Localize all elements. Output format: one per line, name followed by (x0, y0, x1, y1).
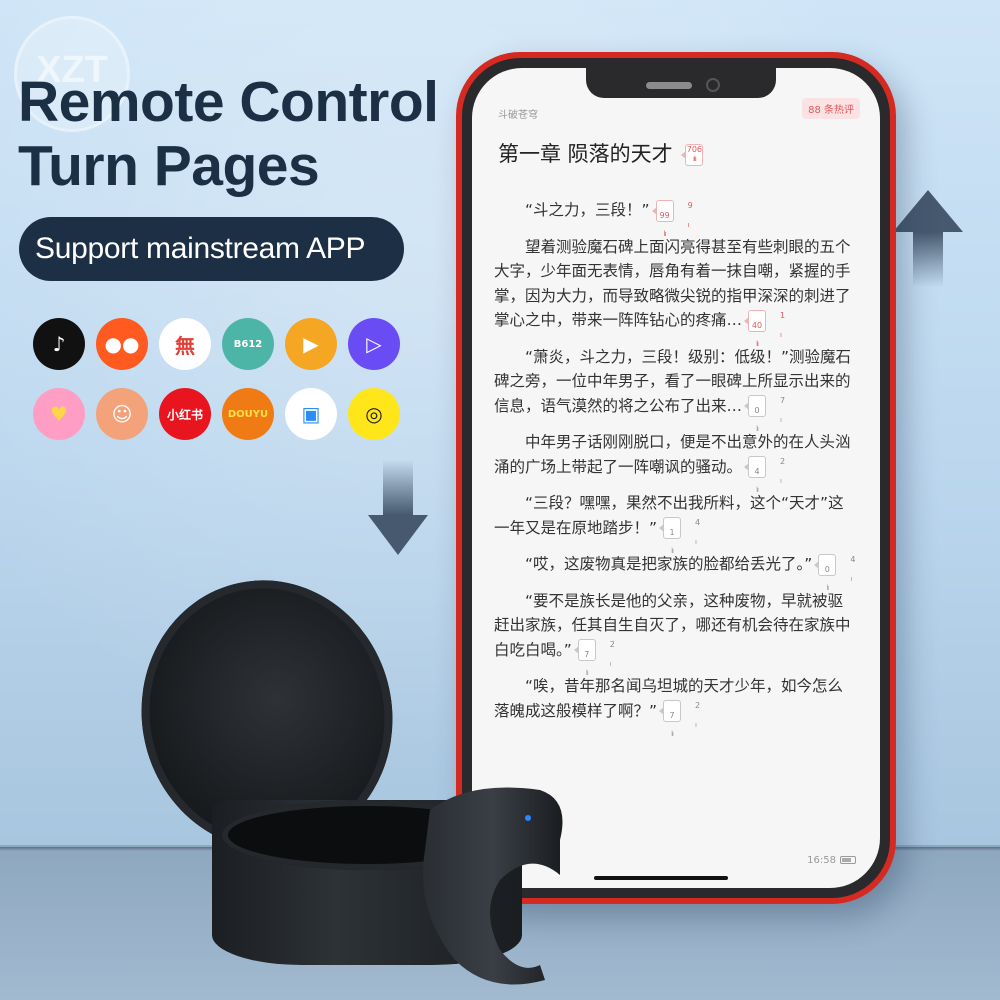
paragraph-text: “哎，这废物真是把家族的脸都给丢光了。” (525, 555, 813, 573)
status-led-icon (525, 815, 531, 821)
bars-icon: ılı (756, 477, 782, 494)
app-glyph: DOUYU (227, 408, 269, 420)
comment-count: 27 (669, 701, 701, 720)
app-icon: B612 (222, 318, 274, 370)
app-icon: 小红书 (159, 388, 211, 440)
comment-bubble[interactable]: 70 ılı (744, 395, 785, 433)
status-time: 16:58 (807, 855, 836, 866)
comment-count: 41 (669, 518, 701, 537)
app-icon: DOUYU (222, 388, 274, 440)
book-name: 斗破苍穹 (498, 110, 538, 121)
headline-line-2: Turn Pages (18, 134, 320, 198)
app-glyph: ☺ (111, 402, 133, 426)
comment-bubble[interactable]: 27 ılı (659, 700, 700, 738)
comment-count: 140 (751, 310, 786, 330)
app-glyph: B612 (233, 338, 263, 350)
comment-count: 706 (686, 145, 703, 154)
bars-icon: ılı (756, 416, 782, 433)
app-icon: ♪ (33, 318, 85, 370)
paragraph: “三段？嘿嘿，果然不出我所料，这个“天才”这一年又是在原地踏步！” 41 ılı (494, 491, 856, 555)
home-indicator[interactable] (594, 876, 728, 880)
app-icon: ●● (96, 318, 148, 370)
app-glyph: ▣ (301, 402, 321, 426)
comment-bubble[interactable]: 24 ılı (744, 456, 785, 494)
app-glyph: ♪ (52, 332, 66, 356)
chapter-title: 第一章 陨落的天才 706 ılı (498, 138, 704, 168)
app-glyph: ▷ (366, 332, 382, 356)
bars-icon: ılı (671, 538, 697, 555)
down-arrow-icon (368, 460, 428, 555)
app-row: ♪ ●● 無 B612 ▶ ▷ (33, 318, 413, 370)
app-icon: ☺ (96, 388, 148, 440)
app-glyph: 小红书 (166, 407, 203, 422)
paragraph-text: “斗之力，三段！” (525, 201, 650, 219)
app-icon: 無 (159, 318, 211, 370)
chapter-content: “斗之力，三段！” 999 ılı 望着测验魔石碑上面闪亮得甚至有些刺眼的五个大字，少… (494, 198, 856, 738)
comment-bubble[interactable]: 41 ılı (659, 517, 700, 555)
app-glyph: ●● (104, 332, 140, 356)
app-icon: ▷ (348, 318, 400, 370)
app-row: ♥ ☺ 小红书 DOUYU ▣ ◎ (33, 388, 413, 440)
paragraph: “要不是族长是他的父亲，这种废物，早就被驱赶出家族，任其自生自灭了，哪还有机会待… (494, 589, 856, 678)
comment-count: 40 (824, 554, 856, 574)
paragraph-text: “要不是族长是他的父亲，这种废物，早就被驱赶出家族，任其自生自灭了，哪还有机会待… (494, 591, 851, 659)
smartphone: 斗破苍穹 88 条热评 第一章 陨落的天才 706 ılı “斗之力，三段！” 99… (456, 52, 896, 904)
hot-comments-button[interactable]: 88 条热评 (802, 98, 860, 119)
comment-bubble[interactable]: 706 ılı (681, 144, 704, 166)
chapter-title-text: 第一章 陨落的天才 (498, 142, 673, 166)
comment-count: 24 (754, 457, 786, 476)
reader-screen[interactable]: 斗破苍穹 88 条热评 第一章 陨落的天才 706 ılı “斗之力，三段！” 99… (472, 68, 880, 888)
bars-icon: ılı (585, 660, 612, 677)
comment-count: 27 (584, 640, 615, 659)
phone-bezel: 斗破苍穹 88 条热评 第一章 陨落的天才 706 ılı “斗之力，三段！” 99… (462, 58, 890, 898)
camera-icon (706, 78, 720, 92)
paragraph-text: 中年男子话刚刚脱口，便是不出意外的在人头汹涌的广场上带起了一阵嘲讽的骚动。 (494, 433, 851, 476)
headline-line-1: Remote Control (18, 70, 439, 134)
support-app-badge: Support mainstream APP (19, 217, 404, 281)
app-glyph: ▶ (303, 332, 319, 356)
paragraph-text: 望着测验魔石碑上面闪亮得甚至有些刺眼的五个大字，少年面无表情，唇角有着一抹自嘲，… (494, 237, 851, 330)
ring-remote (423, 787, 563, 985)
comment-count: 999 (659, 200, 693, 220)
bars-icon: ılı (663, 220, 690, 238)
app-icon: ▣ (285, 388, 337, 440)
bars-icon: ılı (692, 155, 697, 163)
app-icon-grid: ♪ ●● 無 B612 ▶ ▷ ♥ ☺ 小红书 DOUYU ▣ ◎ (33, 318, 413, 458)
paragraph: “斗之力，三段！” 999 ılı (494, 198, 856, 238)
app-glyph: ◎ (365, 402, 383, 426)
app-icon: ◎ (348, 388, 400, 440)
headline: Remote Control Turn Pages (18, 70, 439, 198)
comment-bubble[interactable]: 27 ılı (573, 639, 615, 677)
paragraph: 中年男子话刚刚脱口，便是不出意外的在人头汹涌的广场上带起了一阵嘲讽的骚动。 24 ı… (494, 430, 856, 494)
app-icon: ♥ (33, 388, 85, 440)
comment-bubble[interactable]: 140 ılı (744, 309, 785, 348)
bars-icon: ılı (826, 574, 852, 592)
bars-icon: ılı (671, 721, 697, 738)
up-arrow-icon (893, 190, 963, 287)
comment-count: 70 (754, 396, 786, 415)
speaker-icon (646, 82, 692, 89)
battery-icon (840, 856, 856, 864)
paragraph: “萧炎，斗之力，三段！级别：低级！”测验魔石碑之旁，一位中年男子，看了一眼碑上所… (494, 345, 856, 434)
phone-notch (586, 68, 776, 98)
app-glyph: ♥ (50, 402, 68, 426)
bars-icon: ılı (756, 330, 782, 348)
paragraph-text: “萧炎，斗之力，三段！级别：低级！”测验魔石碑之旁，一位中年男子，看了一眼碑上所… (494, 347, 852, 415)
paragraph: “唉，昔年那名闻乌坦城的天才少年，如今怎么落魄成这般模样了啊？” 27 ılı (494, 674, 856, 738)
paragraph: 望着测验魔石碑上面闪亮得甚至有些刺眼的五个大字，少年面无表情，唇角有着一抹自嘲，… (494, 235, 856, 348)
app-icon: ▶ (285, 318, 337, 370)
app-glyph: 無 (175, 333, 195, 358)
comment-bubble[interactable]: 40 ılı (814, 553, 855, 592)
comment-bubble[interactable]: 999 ılı (651, 199, 693, 238)
